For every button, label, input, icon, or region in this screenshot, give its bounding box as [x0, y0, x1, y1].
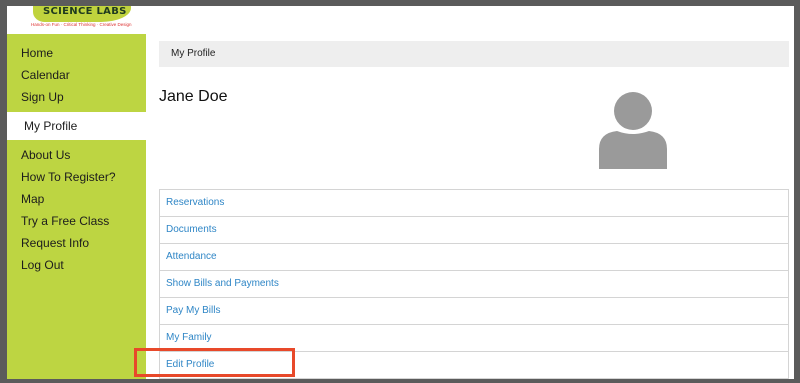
logo[interactable]: SCIENCE LABS Hands-on Fun · Critical Thi… [7, 6, 167, 34]
app-window: SCIENCE LABS Hands-on Fun · Critical Thi… [7, 6, 794, 379]
logo-tagline: Hands-on Fun · Critical Thinking · Creat… [31, 22, 132, 27]
sidebar-item-how-to-register[interactable]: How To Register? [7, 166, 146, 188]
menu-item-attendance[interactable]: Attendance [160, 244, 788, 271]
profile-name: Jane Doe [159, 88, 228, 105]
breadcrumb: My Profile [159, 41, 789, 67]
sidebar-group-bottom: About Us How To Register? Map Try a Free… [7, 144, 146, 276]
menu-item-documents[interactable]: Documents [160, 217, 788, 244]
sidebar-item-log-out[interactable]: Log Out [7, 254, 146, 276]
menu-item-reservations[interactable]: Reservations [160, 190, 788, 217]
user-silhouette-icon [597, 91, 669, 169]
sidebar-item-request-info[interactable]: Request Info [7, 232, 146, 254]
logo-text: SCIENCE LABS [43, 6, 127, 17]
menu-item-show-bills-payments[interactable]: Show Bills and Payments [160, 271, 788, 298]
sidebar-group-top: Home Calendar Sign Up [7, 34, 146, 108]
edit-profile-highlight-box [134, 348, 295, 377]
menu-item-pay-my-bills[interactable]: Pay My Bills [160, 298, 788, 325]
sidebar-item-try-free-class[interactable]: Try a Free Class [7, 210, 146, 232]
sidebar: Home Calendar Sign Up My Profile About U… [7, 34, 146, 379]
sidebar-item-calendar[interactable]: Calendar [7, 64, 146, 86]
sidebar-item-map[interactable]: Map [7, 188, 146, 210]
sidebar-item-home[interactable]: Home [7, 42, 146, 64]
sidebar-item-about-us[interactable]: About Us [7, 144, 146, 166]
sidebar-item-my-profile[interactable]: My Profile [7, 112, 146, 140]
sidebar-item-sign-up[interactable]: Sign Up [7, 86, 146, 108]
